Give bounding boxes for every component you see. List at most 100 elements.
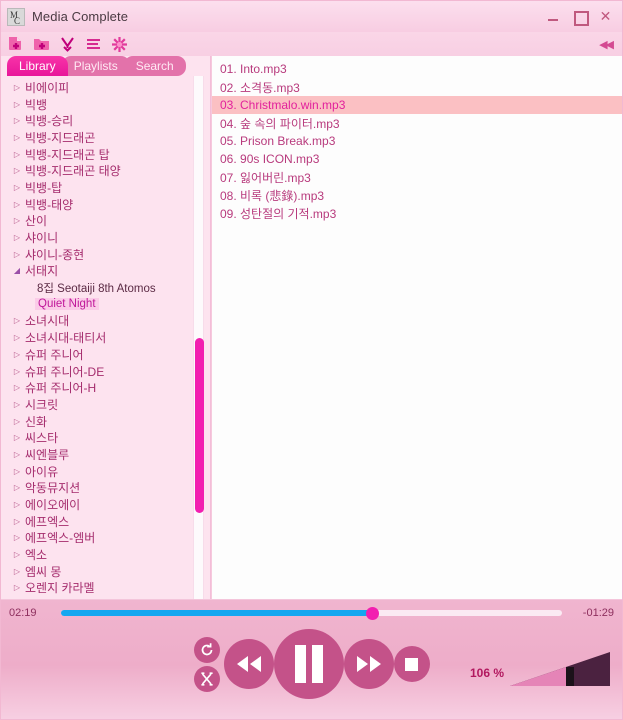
chevron-right-icon[interactable]: ▷ [11,316,23,325]
chevron-right-icon[interactable]: ▷ [11,367,23,376]
tree-item[interactable]: ▷ 샤이니-종현 [5,246,210,263]
tree-item[interactable]: ▷ 빅뱅-승리 [5,112,210,129]
tree-item[interactable]: ▷ 산이 [5,213,210,230]
track-row[interactable]: 09. 성탄절의 기적.mp3 [212,204,622,222]
chevron-right-icon[interactable]: ▷ [11,100,23,109]
stop-button[interactable] [393,646,430,682]
tree-item[interactable]: ▷ 비에이피 [5,79,210,96]
add-folder-icon[interactable] [33,36,50,53]
chevron-right-icon[interactable]: ▷ [11,550,23,559]
track-row[interactable]: 04. 숲 속의 파이터.mp3 [212,114,622,132]
tree-item[interactable]: ▷ 슈퍼 주니어-H [5,379,210,396]
tree-item[interactable]: ▷ 엠씨 몽 [5,563,210,580]
tab-library[interactable]: Library [7,56,68,76]
chevron-right-icon[interactable]: ▷ [11,233,23,242]
tree-item[interactable]: ▷ 시크릿 [5,396,210,413]
tree-child-item[interactable]: 8집 Seotaiji 8th Atomos [5,279,210,296]
tree-item[interactable]: ▷ 빅뱅-탑 [5,179,210,196]
tree-item-label: 서태지 [25,264,59,279]
chevron-right-icon[interactable]: ▷ [11,133,23,142]
tree-item[interactable]: ▷ 신화 [5,413,210,430]
chevron-right-icon[interactable]: ▷ [11,417,23,426]
chevron-right-icon[interactable]: ▷ [11,383,23,392]
repeat-button[interactable] [193,636,220,663]
chevron-down-icon[interactable]: ◢ [11,266,23,275]
chevron-right-icon[interactable]: ▷ [11,216,23,225]
tree-item[interactable]: ▷ 빅뱅-지드래곤 [5,129,210,146]
tree-item[interactable]: ▷ 씨스타 [5,429,210,446]
rewind-button[interactable] [223,639,274,689]
tree-item[interactable]: ▷ 씨엔블루 [5,446,210,463]
add-file-icon[interactable] [7,36,24,53]
tree-item[interactable]: ▷ 소녀시대-태티서 [5,329,210,346]
track-row[interactable]: 08. 비록 (悲錄).mp3 [212,186,622,204]
tree-item-label: 비에이피 [25,80,70,95]
sidebar-scrollbar[interactable] [193,76,204,599]
volume-slider[interactable] [510,652,610,686]
chevron-right-icon[interactable]: ▷ [11,567,23,576]
chevron-right-icon[interactable]: ▷ [11,483,23,492]
track-row[interactable]: 07. 잃어버린.mp3 [212,168,622,186]
chevron-right-icon[interactable]: ▷ [11,150,23,159]
chevron-right-icon[interactable]: ▷ [11,166,23,175]
tree-item-label: 씨스타 [25,431,59,446]
tab-search[interactable]: Search [123,56,186,76]
chevron-right-icon[interactable]: ▷ [11,433,23,442]
volume-slider-handle[interactable] [566,666,574,686]
tree-item[interactable]: ▷ 에프엑스-엠버 [5,530,210,547]
tree-item[interactable]: ▷ 에프엑스 [5,513,210,530]
chevron-right-icon[interactable]: ▷ [11,250,23,259]
close-button[interactable]: ✕ [599,9,612,24]
tree-item[interactable]: ▷ 에이오에이 [5,496,210,513]
chevron-right-icon[interactable]: ▷ [11,450,23,459]
tree-item[interactable]: ▷ 엑소 [5,546,210,563]
sidebar-scrollbar-thumb[interactable] [195,338,204,513]
chevron-right-icon[interactable]: ▷ [11,400,23,409]
settings-star-icon[interactable] [111,36,128,53]
tree-item[interactable]: ▷ 소녀시대 [5,313,210,330]
stop-icon [405,657,418,671]
track-row[interactable]: 05. Prison Break.mp3 [212,132,622,150]
tree-child-selected[interactable]: Quiet Night [5,296,210,313]
collapse-panel-button[interactable]: ◀◀ [599,38,616,51]
tree-item[interactable]: ◢ 서태지 [5,263,210,280]
import-download-icon[interactable] [59,36,76,53]
tree-item[interactable]: ▷ 빅뱅 [5,96,210,113]
seek-slider-knob[interactable] [365,606,379,620]
maximize-button[interactable] [573,10,589,26]
minimize-button[interactable] [547,10,560,24]
tab-playlists[interactable]: Playlists [61,56,130,76]
tree-item[interactable]: ▷ 샤이니 [5,229,210,246]
chevron-right-icon[interactable]: ▷ [11,467,23,476]
chevron-right-icon[interactable]: ▷ [11,333,23,342]
tree-item[interactable]: ▷ 빅뱅-지드래곤 탑 [5,146,210,163]
chevron-right-icon[interactable]: ▷ [11,517,23,526]
seek-slider[interactable] [61,606,562,620]
chevron-right-icon[interactable]: ▷ [11,116,23,125]
tree-item[interactable]: ▷ 빅뱅-태양 [5,196,210,213]
chevron-right-icon[interactable]: ▷ [11,533,23,542]
title-bar: MC Media Complete ✕ [1,1,622,32]
chevron-right-icon[interactable]: ▷ [11,583,23,592]
tree-item[interactable]: ▷ 악동뮤지션 [5,480,210,497]
track-row[interactable]: 01. Into.mp3 [212,60,622,78]
forward-button[interactable] [343,639,394,689]
tree-item[interactable]: ▷ 아이유 [5,463,210,480]
tree-item[interactable]: ▷ 슈퍼 주니어 [5,346,210,363]
tree-item[interactable]: ▷ 슈퍼 주니어-DE [5,363,210,380]
track-row-selected[interactable]: 03. Christmalo.win.mp3 [212,96,622,114]
track-row[interactable]: 02. 소격동.mp3 [212,78,622,96]
pause-button[interactable] [273,629,344,699]
tree-item-label: 산이 [25,214,48,229]
chevron-right-icon[interactable]: ▷ [11,500,23,509]
tree-item[interactable]: ▷ 오렌지 카라멜 [5,580,210,597]
chevron-right-icon[interactable]: ▷ [11,350,23,359]
track-row[interactable]: 06. 90s ICON.mp3 [212,150,622,168]
chevron-right-icon[interactable]: ▷ [11,183,23,192]
playlist-lines-icon[interactable] [85,36,102,53]
chevron-right-icon[interactable]: ▷ [11,200,23,209]
tree-item[interactable]: ▷ 빅뱅-지드래곤 태양 [5,162,210,179]
shuffle-button[interactable] [193,665,220,692]
chevron-right-icon[interactable]: ▷ [11,83,23,92]
tree-item-label: 오렌지 카라멜 [25,581,95,596]
